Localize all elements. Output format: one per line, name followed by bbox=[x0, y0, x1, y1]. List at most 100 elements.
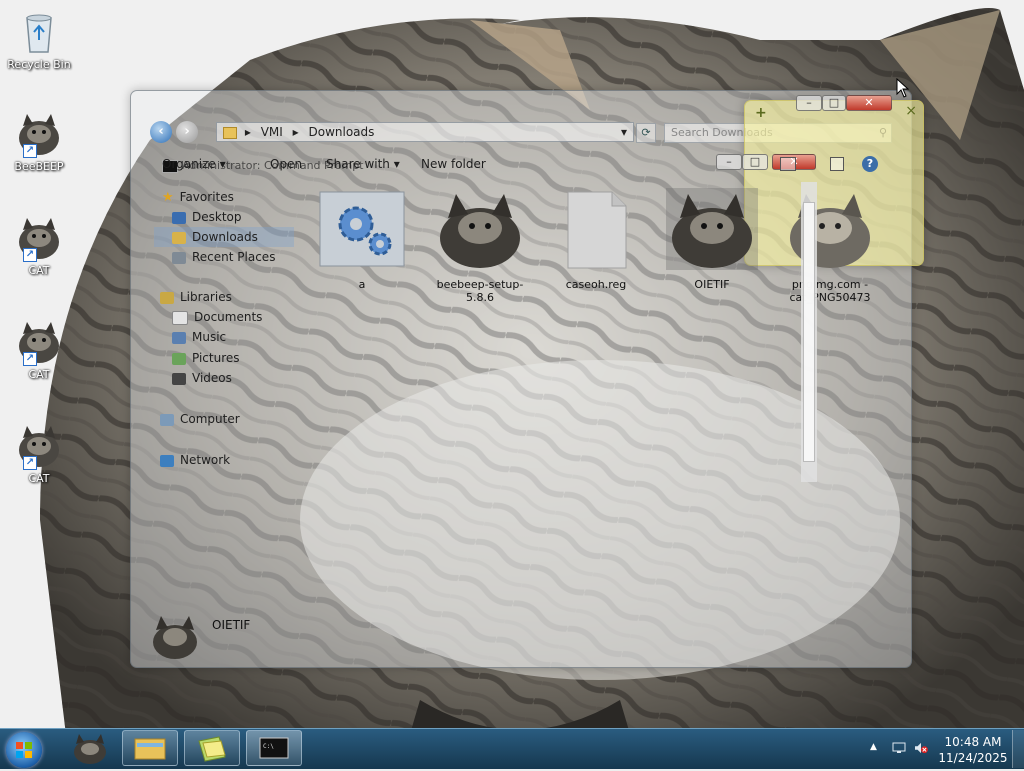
desktop-icon-cat-1[interactable]: ↗ CAT bbox=[4, 214, 74, 277]
forward-arrow-icon[interactable]: › bbox=[176, 121, 198, 143]
address-bar[interactable]: ▸ VMI ▸ Downloads ▾ bbox=[216, 122, 634, 142]
nav-label: Libraries bbox=[180, 290, 232, 304]
open-button[interactable]: Open bbox=[270, 157, 302, 171]
details-thumbnail-cat-icon bbox=[150, 614, 200, 660]
nav-label: Network bbox=[180, 453, 231, 467]
desktop-icon-label: BeeBEEP bbox=[14, 160, 64, 173]
blank-file-icon bbox=[550, 188, 642, 270]
desktop-icon-label: CAT bbox=[28, 368, 50, 381]
breadcrumb-root[interactable]: VMI bbox=[261, 125, 283, 139]
cat-icon: ↗ bbox=[15, 318, 63, 366]
file-item-caseoh-reg[interactable]: caseoh.reg bbox=[546, 188, 646, 291]
desktop-icon-cat-2[interactable]: ↗ CAT bbox=[4, 318, 74, 381]
nav-label: Favorites bbox=[179, 190, 234, 204]
organize-menu[interactable]: Organize ▾ bbox=[162, 157, 226, 171]
network-tray-icon[interactable] bbox=[892, 742, 906, 754]
desktop-icon-label: CAT bbox=[28, 264, 50, 277]
nav-network[interactable]: Network bbox=[154, 450, 294, 470]
pictures-icon bbox=[172, 352, 186, 365]
volume-muted-icon[interactable] bbox=[914, 742, 928, 754]
organize-label: Organize bbox=[162, 157, 216, 171]
address-dropdown-icon[interactable]: ▾ bbox=[621, 123, 627, 141]
videos-icon bbox=[172, 372, 186, 385]
nav-label: Pictures bbox=[192, 351, 240, 365]
nav-music[interactable]: Music bbox=[154, 327, 294, 347]
windows-logo-icon bbox=[16, 742, 32, 758]
taskbar-explorer[interactable] bbox=[122, 730, 178, 766]
nav-favorites[interactable]: ★ Favorites bbox=[154, 187, 294, 207]
new-folder-button[interactable]: New folder bbox=[421, 157, 486, 171]
preview-pane-icon[interactable] bbox=[830, 157, 844, 171]
svg-text:C:\: C:\ bbox=[263, 743, 274, 750]
maximize-button[interactable]: □ bbox=[822, 95, 846, 111]
nav-recent-places[interactable]: Recent Places bbox=[154, 247, 294, 267]
mouse-cursor-icon bbox=[896, 78, 910, 98]
nav-desktop[interactable]: Desktop bbox=[154, 207, 294, 227]
nav-downloads[interactable]: Downloads bbox=[154, 227, 294, 247]
nav-documents[interactable]: Documents bbox=[154, 307, 294, 327]
nav-label: Desktop bbox=[192, 210, 242, 224]
gears-icon bbox=[316, 188, 408, 270]
nav-label: Documents bbox=[194, 310, 263, 324]
share-label: Share with bbox=[326, 157, 390, 171]
nav-label: Computer bbox=[180, 412, 240, 426]
file-item-beebeep-setup[interactable]: beebeep-setup-5.8.6 bbox=[430, 188, 530, 304]
breadcrumb-sep: ▸ bbox=[244, 125, 251, 139]
file-name: pngimg.com - cat_PNG50473 bbox=[789, 278, 871, 304]
star-icon: ★ bbox=[162, 190, 174, 205]
help-icon[interactable]: ? bbox=[862, 156, 878, 172]
nav-label: Videos bbox=[192, 371, 232, 385]
downloads-folder-icon bbox=[172, 231, 186, 244]
sticky-close-button[interactable]: × bbox=[905, 103, 917, 119]
cmd-minimize-button[interactable]: – bbox=[716, 154, 742, 170]
desktop-icon-cat-3[interactable]: ↗ CAT bbox=[4, 422, 74, 485]
file-name: OIETIF bbox=[694, 278, 730, 291]
sticky-notes-icon bbox=[198, 736, 226, 762]
cmd-maximize-button[interactable]: □ bbox=[742, 154, 768, 170]
nav-libraries[interactable]: Libraries bbox=[154, 287, 294, 307]
cat-icon: ↗ bbox=[15, 110, 63, 158]
cat-icon bbox=[74, 734, 106, 764]
nav-label: Downloads bbox=[192, 230, 258, 244]
command-prompt-icon: C:\ bbox=[259, 737, 289, 759]
breadcrumb-sep: ▸ bbox=[292, 125, 299, 139]
recent-places-icon bbox=[172, 251, 186, 264]
file-item-a[interactable]: a bbox=[312, 188, 412, 291]
refresh-icon[interactable]: ⟳ bbox=[636, 123, 656, 143]
tray-expand-button[interactable]: ▲ bbox=[870, 742, 877, 752]
file-name: caseoh.reg bbox=[565, 278, 627, 291]
taskbar-sticky-notes[interactable] bbox=[184, 730, 240, 766]
open-label: Open bbox=[270, 157, 303, 171]
start-button[interactable] bbox=[6, 732, 42, 768]
new-folder-label: New folder bbox=[421, 157, 486, 171]
libraries-icon bbox=[160, 291, 174, 304]
scrollbar-thumb[interactable] bbox=[803, 202, 815, 462]
share-with-menu[interactable]: Share with ▾ bbox=[326, 157, 400, 171]
cat-icon: ↗ bbox=[15, 214, 63, 262]
cat-icon bbox=[784, 188, 876, 270]
nav-computer[interactable]: Computer bbox=[154, 409, 294, 429]
file-item-oietif[interactable]: OIETIF bbox=[662, 188, 762, 291]
cat-icon: ↗ bbox=[15, 422, 63, 470]
recycle-bin-icon bbox=[15, 8, 63, 56]
nav-label: Music bbox=[192, 330, 227, 344]
close-button[interactable]: ✕ bbox=[846, 95, 892, 111]
music-icon bbox=[172, 331, 186, 344]
shortcut-arrow-icon: ↗ bbox=[23, 352, 37, 366]
system-clock[interactable]: 10:48 AM 11/24/2025 bbox=[936, 734, 1010, 766]
minimize-button[interactable]: – bbox=[796, 95, 822, 111]
vertical-scrollbar[interactable] bbox=[801, 182, 817, 482]
view-options-icon[interactable] bbox=[780, 157, 796, 171]
desktop-icon-beebeep[interactable]: ↗ BeeBEEP bbox=[4, 110, 74, 173]
desktop-icon-label: Recycle Bin bbox=[7, 58, 71, 71]
show-desktop-button[interactable] bbox=[1012, 730, 1024, 768]
nav-videos[interactable]: Videos bbox=[154, 368, 294, 388]
taskbar-command-prompt[interactable]: C:\ bbox=[246, 730, 302, 766]
desktop-icon-recycle-bin[interactable]: Recycle Bin bbox=[4, 8, 74, 71]
taskbar-cat-app[interactable] bbox=[62, 730, 118, 766]
back-arrow-icon[interactable]: ‹ bbox=[150, 121, 172, 143]
breadcrumb-downloads[interactable]: Downloads bbox=[308, 125, 374, 139]
file-item-pngimg-cat[interactable]: pngimg.com - cat_PNG50473 bbox=[780, 188, 880, 304]
nav-pictures[interactable]: Pictures bbox=[154, 348, 294, 368]
sticky-add-button[interactable]: + bbox=[755, 105, 767, 121]
